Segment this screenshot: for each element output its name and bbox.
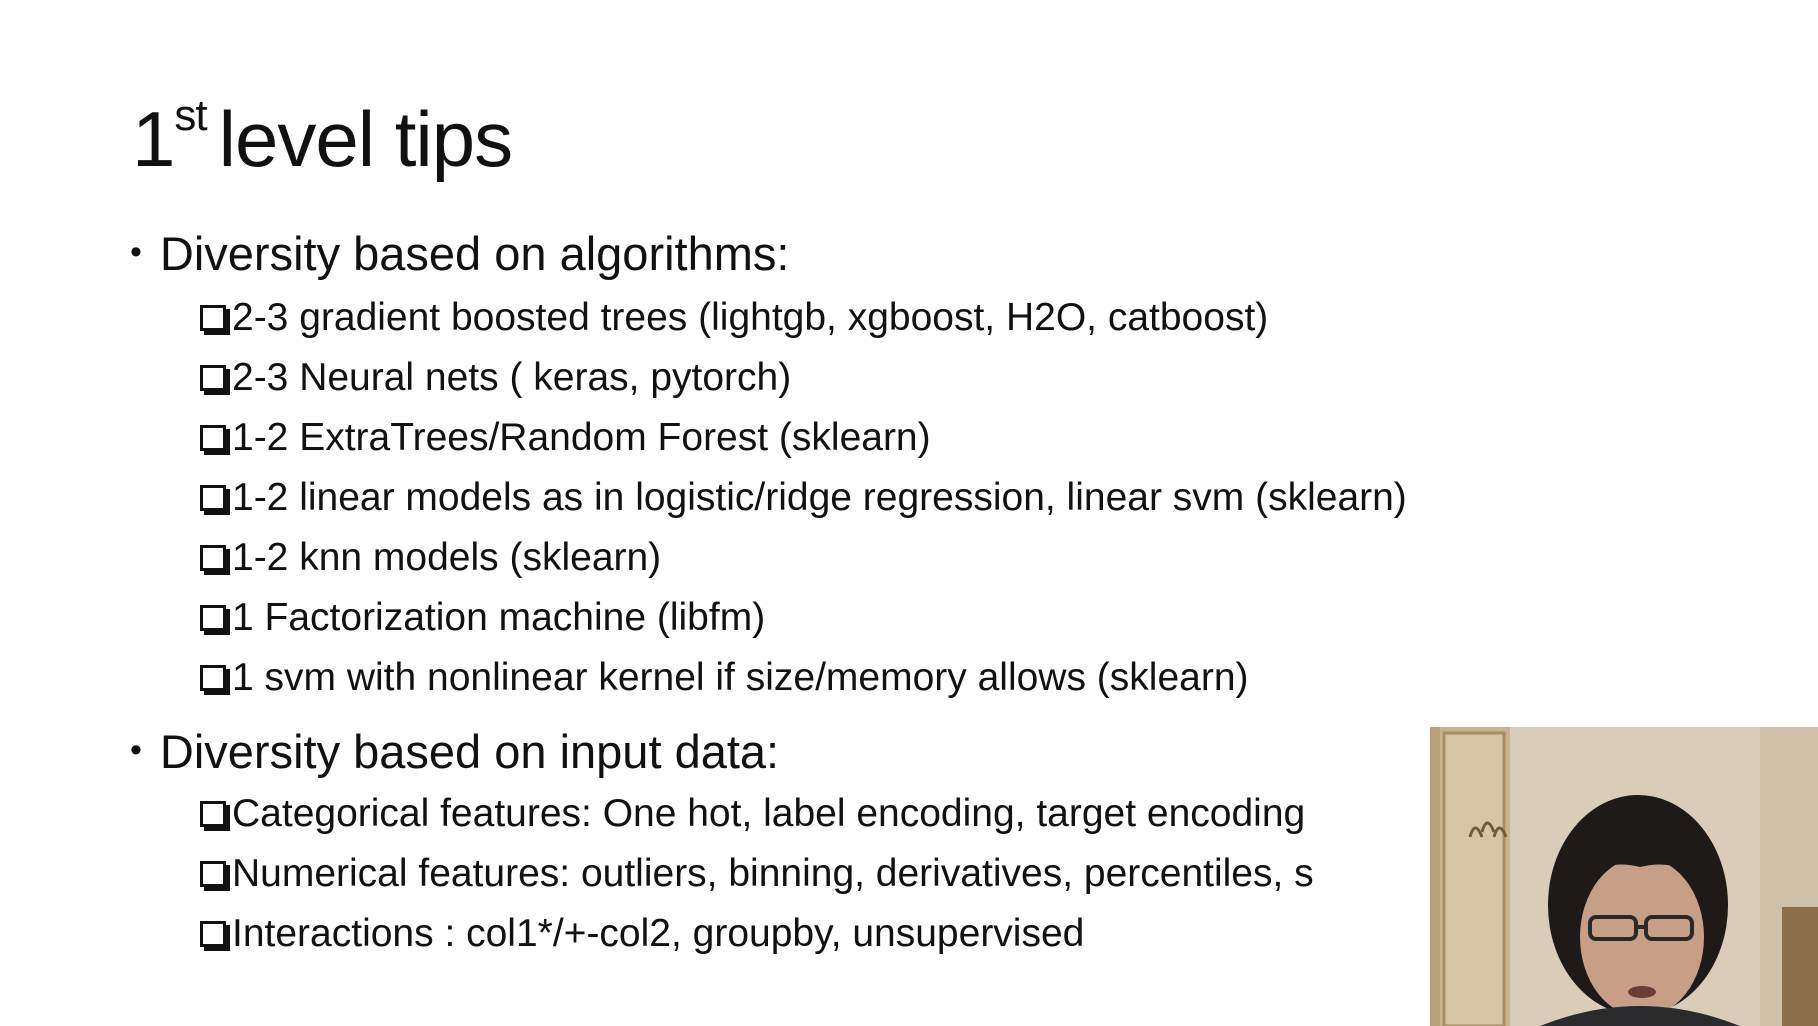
list-item-text: 1 Factorization machine (libfm) xyxy=(232,596,766,639)
title-text: level tips xyxy=(218,95,513,183)
list-item-text: 2-3 Neural nets ( keras, pytorch) xyxy=(232,356,792,399)
section-algorithms: • Diversity based on algorithms: 2-3 gra… xyxy=(130,230,1407,697)
webcam-video-frame xyxy=(1430,727,1818,1026)
list-item: 1-2 linear models as in logistic/ridge r… xyxy=(200,478,1407,517)
list-item: Categorical features: One hot, label enc… xyxy=(200,794,1305,833)
checkbox-square-icon xyxy=(200,424,226,451)
checkbox-square-icon xyxy=(200,364,226,391)
checkbox-square-icon xyxy=(200,860,226,887)
presenter-webcam xyxy=(1430,727,1818,1026)
section-heading: • Diversity based on algorithms: xyxy=(130,230,789,277)
checkbox-square-icon xyxy=(200,484,226,511)
list-item-text: Interactions : col1*/+-col2, groupby, un… xyxy=(232,912,1085,955)
presentation-slide: 1st level tips • Diversity based on algor… xyxy=(0,0,1818,1026)
list-item-text: 1-2 ExtraTrees/Random Forest (sklearn) xyxy=(232,416,931,459)
bullet-dot: • xyxy=(130,232,142,271)
bullet-dot: • xyxy=(130,730,142,769)
checkbox-square-icon xyxy=(200,664,226,691)
list-item: Interactions : col1*/+-col2, groupby, un… xyxy=(200,914,1084,953)
list-item-text: Categorical features: One hot, label enc… xyxy=(232,792,1306,835)
title-number: 1 xyxy=(132,95,175,183)
list-item: 1 svm with nonlinear kernel if size/memo… xyxy=(200,658,1249,697)
checkbox-square-icon xyxy=(200,304,226,331)
checkbox-square-icon xyxy=(200,920,226,947)
list-item: 1-2 knn models (sklearn) xyxy=(200,538,661,577)
list-item-text: 2-3 gradient boosted trees (lightgb, xgb… xyxy=(232,296,1269,339)
list-item: 2-3 Neural nets ( keras, pytorch) xyxy=(200,358,791,397)
section-heading: • Diversity based on input data: xyxy=(130,728,779,775)
list-item-text: 1-2 linear models as in logistic/ridge r… xyxy=(232,476,1407,519)
slide-content: 1st level tips • Diversity based on algor… xyxy=(0,0,1430,1026)
list-item-text: 1-2 knn models (sklearn) xyxy=(232,536,662,579)
slide-title: 1st level tips xyxy=(132,94,513,179)
list-item: 1-2 ExtraTrees/Random Forest (sklearn) xyxy=(200,418,931,457)
section-input-data: • Diversity based on input data: Categor… xyxy=(130,728,1314,953)
checkbox-square-icon xyxy=(200,544,226,571)
list-item: 1 Factorization machine (libfm) xyxy=(200,598,765,637)
list-item-text: 1 svm with nonlinear kernel if size/memo… xyxy=(232,656,1249,699)
checkbox-square-icon xyxy=(200,800,226,827)
list-item: 2-3 gradient boosted trees (lightgb, xgb… xyxy=(200,298,1268,337)
section-heading-text: Diversity based on input data: xyxy=(159,725,780,778)
list-item-text: Numerical features: outliers, binning, d… xyxy=(232,852,1314,895)
section-heading-text: Diversity based on algorithms: xyxy=(159,227,790,280)
checkbox-square-icon xyxy=(200,604,226,631)
title-superscript: st xyxy=(174,91,207,140)
list-item: Numerical features: outliers, binning, d… xyxy=(200,854,1314,893)
